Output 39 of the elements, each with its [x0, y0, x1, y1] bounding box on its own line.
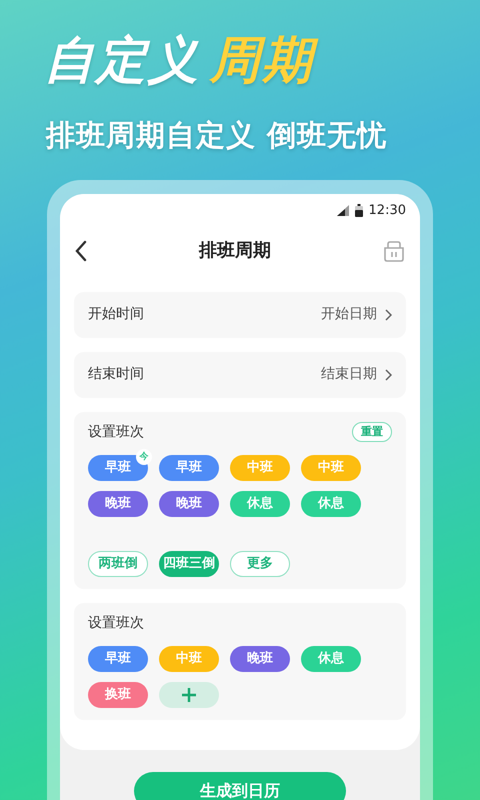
- shift-chip[interactable]: 早班: [88, 646, 148, 672]
- pattern-option[interactable]: 四班三倒: [159, 550, 219, 576]
- add-button[interactable]: [159, 682, 219, 708]
- shift-chip[interactable]: 晚班: [88, 490, 148, 516]
- shift-chip[interactable]: 晚班: [230, 646, 290, 672]
- date-row[interactable]: 开始时间 开始日期: [74, 292, 406, 338]
- row-label: 开始时间: [88, 305, 144, 324]
- reset-button[interactable]: 重置: [352, 422, 392, 442]
- trash-icon[interactable]: [382, 238, 406, 262]
- battery-icon: [354, 204, 363, 217]
- section-title: 设置班次: [88, 422, 144, 442]
- status-time: 12:30: [368, 202, 406, 220]
- shift-chip[interactable]: 晚班: [159, 490, 219, 516]
- headline-text: 自定义: [44, 30, 201, 91]
- chevron-icon: [385, 308, 392, 320]
- section-title: 设置班次: [88, 614, 144, 632]
- shift-chip[interactable]: 换班: [88, 682, 148, 708]
- shift-chip[interactable]: 休息: [301, 646, 361, 672]
- shift-chip[interactable]: 中班: [159, 646, 219, 672]
- today-badge: 今: [136, 448, 152, 464]
- shift-chip[interactable]: 早班: [159, 454, 219, 480]
- pattern-option[interactable]: 两班倒: [88, 550, 148, 576]
- row-value: 结束日期: [321, 365, 377, 384]
- headline-text: 周期: [210, 26, 324, 94]
- shift-chip[interactable]: 中班: [301, 454, 361, 480]
- row-label: 结束时间: [88, 365, 144, 384]
- date-row[interactable]: 结束时间 结束日期: [74, 352, 406, 398]
- signal-icon: [336, 205, 349, 216]
- row-value: 开始日期: [321, 305, 377, 324]
- chevron-icon: [385, 368, 392, 380]
- shift-chip[interactable]: 中班: [230, 454, 290, 480]
- subtitle: 排班周期自定义 倒班无忧: [44, 117, 388, 154]
- pattern-option[interactable]: 更多: [230, 550, 290, 576]
- plus-icon: [181, 686, 197, 702]
- back-icon[interactable]: [74, 240, 88, 262]
- shift-chip[interactable]: 休息: [230, 490, 290, 516]
- generate-button[interactable]: 生成到日历: [134, 772, 346, 800]
- shift-chip[interactable]: 休息: [301, 490, 361, 516]
- page-title: 排班周期: [199, 239, 271, 263]
